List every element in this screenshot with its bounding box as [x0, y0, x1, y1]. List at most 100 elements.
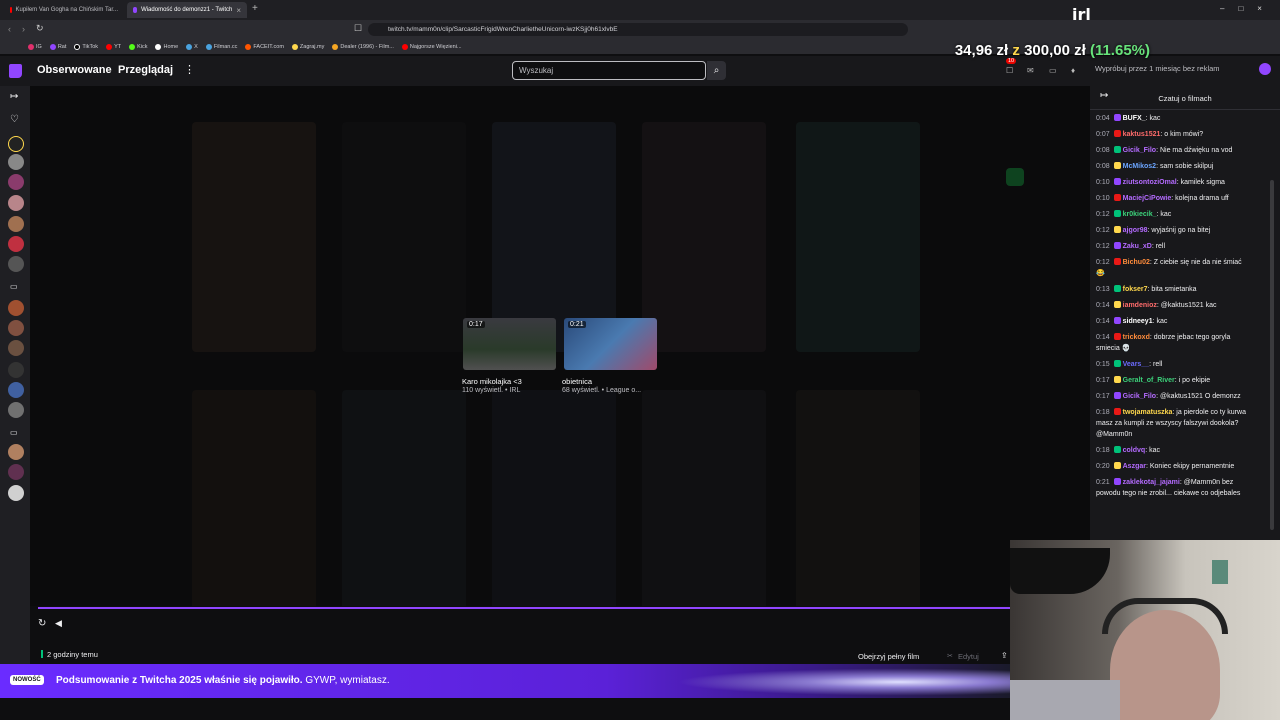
chat-message: 0:18 twojamatuszka: ja pierdole co ty kur… — [1096, 407, 1248, 440]
message-username[interactable]: Geralt_of_River — [1123, 377, 1175, 384]
bookmark-item[interactable]: FACEIT.com — [245, 43, 284, 50]
share-icon[interactable]: ⇪ — [1001, 651, 1008, 660]
bookmark-item[interactable]: IG — [28, 43, 42, 50]
bookmark-item[interactable]: Zagraj.my — [291, 43, 324, 50]
watch-full-video-button[interactable]: Obejrzyj pełny film — [858, 652, 919, 661]
address-bar[interactable]: twitch.tv/mamm0n/clip/SarcasticFrigidWre… — [368, 23, 908, 36]
chat-title: Czatuj o filmach — [1158, 94, 1212, 103]
new-tab-button[interactable]: + — [252, 3, 258, 14]
nav-following[interactable]: Obserwowane — [37, 64, 112, 76]
wall-poster — [1212, 560, 1228, 584]
clip-thumbnail[interactable]: 0:21 — [564, 318, 657, 370]
camera-icon: ▭ — [10, 282, 18, 291]
channel-avatar[interactable] — [8, 174, 24, 190]
channel-avatar[interactable] — [8, 136, 24, 152]
bookmark-item[interactable]: Kick — [129, 43, 147, 50]
replay-icon[interactable]: ↻ — [38, 618, 46, 629]
bookmark-item[interactable]: Rat — [49, 43, 66, 50]
bookmark-item[interactable]: Najgorsze Więzieni... — [401, 43, 462, 50]
progress-bar[interactable] — [38, 607, 1010, 609]
channel-avatar[interactable] — [8, 256, 24, 272]
heart-icon[interactable]: ♡ — [10, 114, 19, 125]
channel-avatar[interactable] — [8, 464, 24, 480]
bookmark-item[interactable]: Home — [155, 43, 178, 50]
channel-avatar[interactable] — [8, 320, 24, 336]
chat-message: 0:21 zaklekotaj_jajami: @Mamm0n bez powod… — [1096, 477, 1248, 499]
message-timestamp: 0:07 — [1096, 131, 1110, 138]
message-username[interactable]: Gicik_Filo — [1123, 393, 1156, 400]
message-username[interactable]: trickoxd — [1123, 334, 1150, 341]
volume-icon[interactable]: ◀ — [55, 618, 62, 629]
message-username[interactable]: fokser7 — [1123, 286, 1148, 293]
reload-icon[interactable]: ↻ — [36, 23, 44, 34]
message-username[interactable]: zaklekotaj_jajami — [1123, 479, 1180, 486]
clip-title[interactable]: Karo mikolajka <3 — [462, 377, 522, 386]
followed-channels-sidebar: ↦ ♡ ▭ ▭ — [0, 86, 30, 664]
bookmark-icon[interactable]: ☐ — [354, 23, 362, 34]
clip-thumbnail[interactable]: 0:17 — [463, 318, 556, 370]
channel-avatar[interactable] — [8, 340, 24, 356]
channel-avatar[interactable] — [8, 300, 24, 316]
message-username[interactable]: coldvq — [1123, 447, 1146, 454]
message-username[interactable]: Zaku_xD — [1123, 243, 1152, 250]
chat-message: 0:15 Vears__: rell — [1096, 359, 1248, 370]
message-timestamp: 0:17 — [1096, 377, 1110, 384]
message-username[interactable]: Aszgar — [1123, 463, 1146, 470]
video-dim-overlay — [30, 86, 1090, 606]
headphones — [1102, 598, 1228, 634]
search-icon[interactable]: ⌕ — [707, 61, 726, 80]
close-tab-icon[interactable]: × — [236, 6, 241, 15]
bookmark-item[interactable]: X — [186, 43, 198, 50]
edit-button[interactable]: Edytuj — [958, 652, 979, 661]
window-controls[interactable]: –□× — [1220, 4, 1276, 13]
message-username[interactable]: McMikos2 — [1123, 163, 1156, 170]
channel-avatar[interactable] — [8, 216, 24, 232]
back-icon[interactable]: ‹ — [8, 24, 11, 34]
twitch-logo-icon[interactable] — [9, 64, 22, 78]
chat-scrollbar[interactable] — [1270, 180, 1274, 530]
message-username[interactable]: twojamatuszka — [1123, 409, 1173, 416]
chat-message: 0:12 ajgor98: wyjaśnij go na bitej — [1096, 225, 1248, 236]
message-timestamp: 0:18 — [1096, 447, 1110, 454]
browser-tab-2[interactable]: Wiadomość do demonzz1 - Twitch × — [127, 2, 247, 18]
channel-avatar[interactable] — [8, 236, 24, 252]
message-username[interactable]: sidneey1 — [1123, 318, 1153, 325]
message-username[interactable]: Bichu02 — [1123, 259, 1150, 266]
message-username[interactable]: kr0kiecik_ — [1123, 211, 1157, 218]
bookmark-item[interactable]: TikTok — [74, 43, 98, 50]
channel-avatar[interactable] — [8, 402, 24, 418]
bookmark-item[interactable]: YT — [106, 43, 121, 50]
kick-icon — [129, 43, 136, 50]
chat-badge-icon — [1113, 285, 1121, 292]
expand-sidebar-icon[interactable]: ↦ — [10, 91, 18, 102]
channel-avatar[interactable] — [8, 382, 24, 398]
clip-title[interactable]: obietnica — [562, 377, 592, 386]
more-menu-icon[interactable]: ⋮ — [184, 63, 195, 76]
nav-browse[interactable]: Przeglądaj — [118, 64, 173, 76]
message-timestamp: 0:20 — [1096, 463, 1110, 470]
channel-avatar[interactable] — [8, 485, 24, 501]
film-icon — [332, 43, 339, 50]
message-username[interactable]: Vears__ — [1123, 361, 1149, 368]
channel-avatar[interactable] — [8, 444, 24, 460]
message-timestamp: 0:08 — [1096, 147, 1110, 154]
chat-badge-icon — [1113, 408, 1121, 415]
channel-avatar[interactable] — [8, 154, 24, 170]
channel-avatar[interactable] — [8, 362, 24, 378]
message-username[interactable]: kaktus1521 — [1123, 131, 1161, 138]
channel-avatar[interactable] — [8, 195, 24, 211]
browser-tab-1[interactable]: Kupiłem Van Gogha na Chińskim Tar... — [4, 2, 124, 18]
user-avatar[interactable] — [1259, 63, 1271, 75]
message-username[interactable]: MaciejCiPowie — [1123, 195, 1172, 202]
message-username[interactable]: ajgor98 — [1123, 227, 1148, 234]
message-username[interactable]: Gicik_Filo — [1123, 147, 1156, 154]
forward-icon[interactable]: › — [22, 24, 25, 34]
message-username[interactable]: ziutsontoziOmal — [1123, 179, 1177, 186]
bookmark-item[interactable]: Dealer (1996) - Film... — [332, 43, 394, 50]
message-username[interactable]: iamdenioz — [1123, 302, 1157, 309]
message-username[interactable]: BUFX_ — [1123, 115, 1146, 122]
bookmark-item[interactable]: Filman.cc — [205, 43, 237, 50]
search-input[interactable]: Wyszukaj — [512, 61, 706, 80]
message-text: : Koniec ekipy pernamentnie — [1145, 463, 1235, 470]
clip-meta: 68 wyświetl. • League o... — [562, 387, 642, 394]
